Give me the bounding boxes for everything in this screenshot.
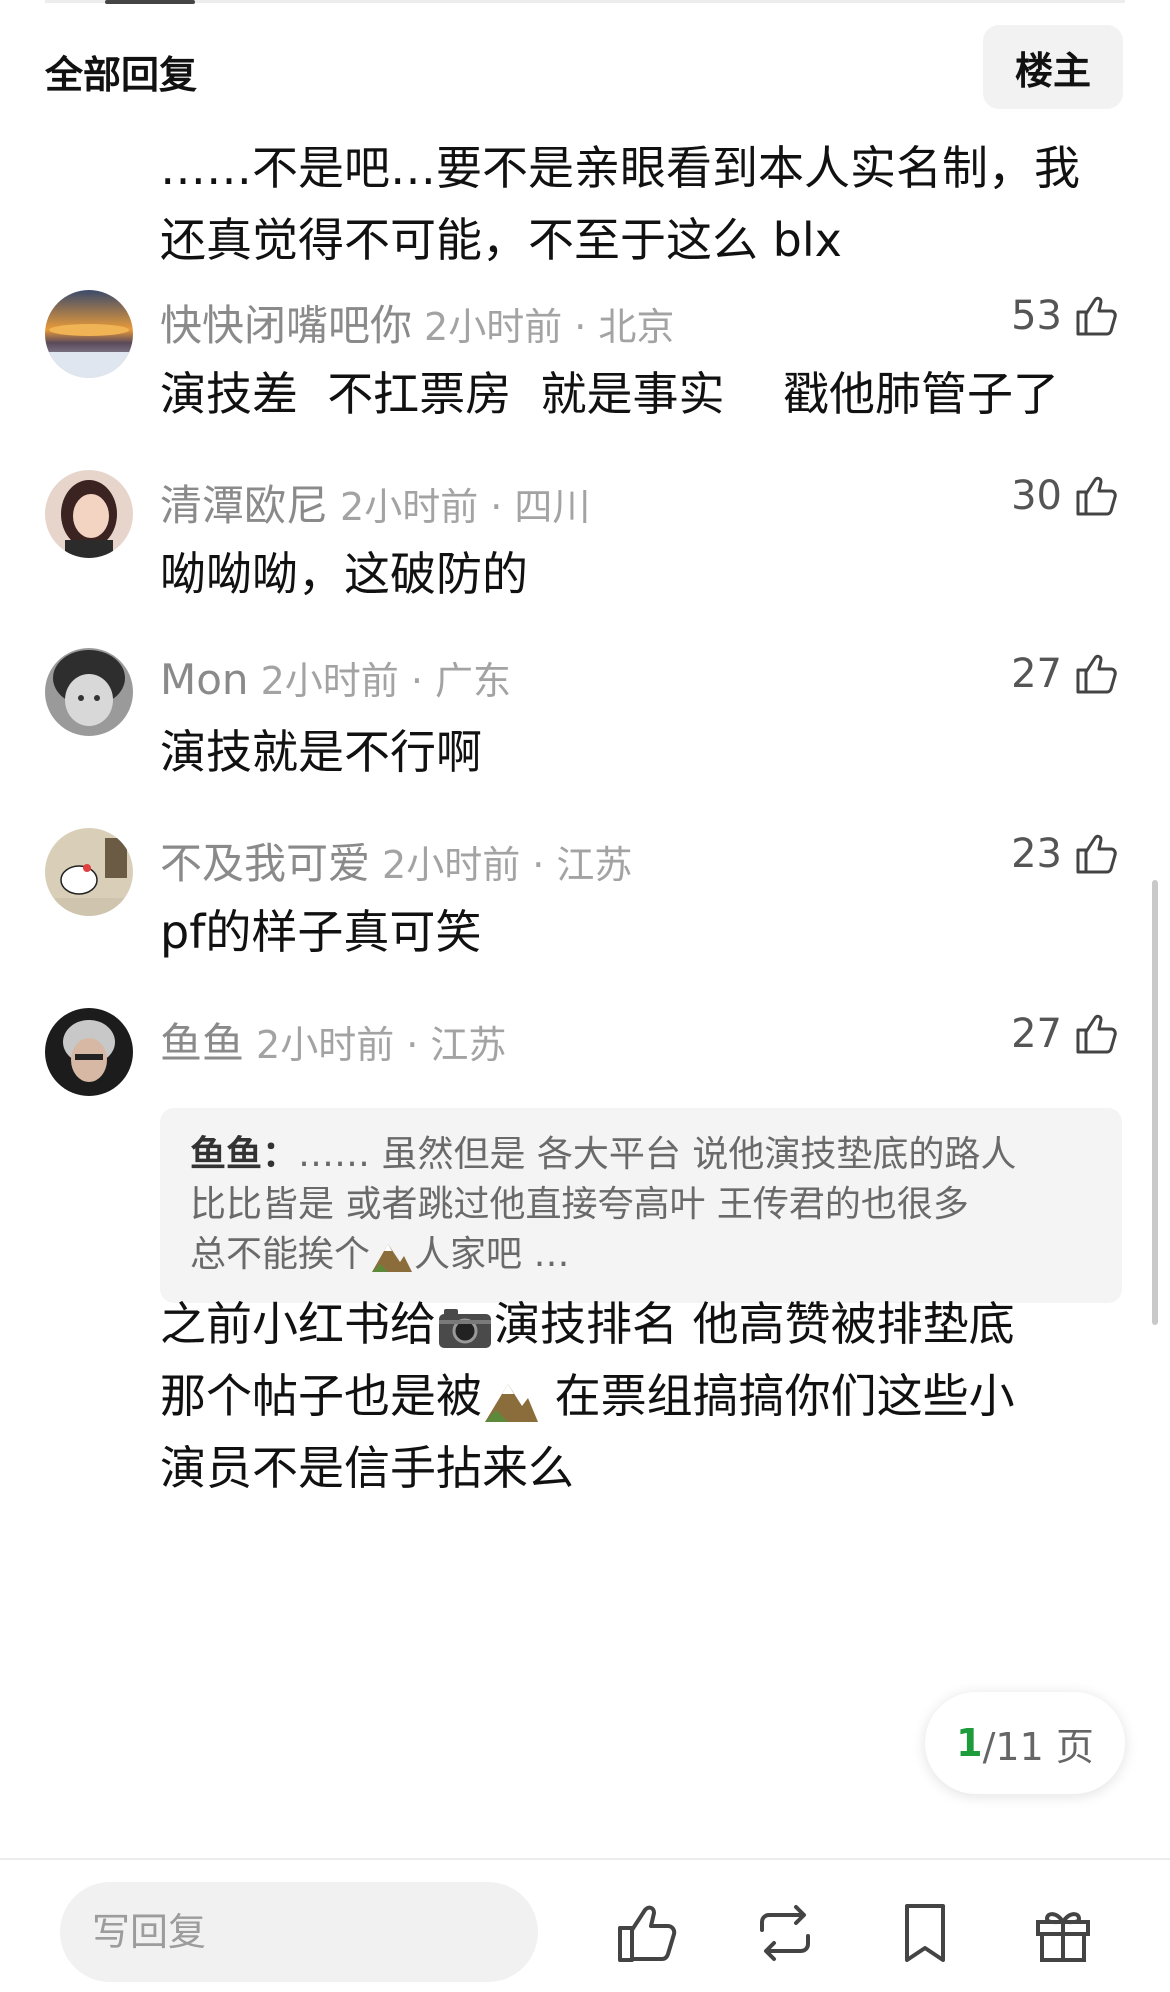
mountain-emoji-icon xyxy=(485,1383,538,1422)
bottom-action-bar xyxy=(0,1858,1170,1992)
comment-meta: 2小时前 · 四川 xyxy=(340,485,591,529)
quote-line-3b: 人家吧 … xyxy=(414,1234,570,1275)
avatar[interactable] xyxy=(45,470,133,558)
like-control[interactable]: 27 xyxy=(1011,1010,1120,1058)
comment-text: 呦呦呦，这破防的 xyxy=(160,547,528,601)
avatar[interactable] xyxy=(45,828,133,916)
author-name[interactable]: 不及我可爱 xyxy=(160,839,370,888)
quoted-author: 鱼鱼： xyxy=(190,1134,299,1175)
reply-part-5: 演员不是信手拈来么 xyxy=(160,1441,574,1495)
total-pages: /11 页 xyxy=(982,1724,1094,1769)
like-count: 27 xyxy=(1011,1011,1062,1057)
girl-avatar-image xyxy=(45,470,133,558)
quoted-reply[interactable]: 鱼鱼：…… 虽然但是 各大平台 说他演技垫底的路人 比比皆是 或者跳过他直接夸高… xyxy=(160,1108,1122,1303)
comment-meta: 2小时前 · 北京 xyxy=(424,305,675,349)
mountain-emoji-icon xyxy=(372,1244,413,1272)
sunset-avatar-image xyxy=(45,290,133,378)
author-name[interactable]: 鱼鱼 xyxy=(160,1019,244,1068)
quote-line-1: …… 虽然但是 各大平台 说他演技垫底的路人 xyxy=(298,1134,1017,1175)
first-comment-text: ……不是吧…要不是亲眼看到本人实名制，我还真觉得不可能，不至于这么 blx xyxy=(160,141,1080,267)
comment-author[interactable]: 快快闭嘴吧你 2小时前 · 北京 xyxy=(160,292,674,353)
comment-text: 演技就是不行啊 xyxy=(160,725,482,779)
comment-author[interactable]: 鱼鱼 2小时前 · 江苏 xyxy=(160,1010,506,1071)
all-replies-title: 全部回复 xyxy=(45,53,198,97)
current-page: 1 xyxy=(956,1721,983,1765)
scrollbar[interactable] xyxy=(1152,880,1158,1325)
comment-author[interactable]: Mon 2小时前 · 广东 xyxy=(160,650,511,705)
like-control[interactable]: 30 xyxy=(1011,472,1120,520)
reply-part-4: 在票组搞搞你们这些小 xyxy=(540,1369,1015,1423)
like-count: 30 xyxy=(1011,473,1062,519)
quote-line-3a: 总不能挨个 xyxy=(190,1234,371,1275)
avatar[interactable] xyxy=(45,290,133,378)
comment-author[interactable]: 清潭欧尼 2小时前 · 四川 xyxy=(160,472,590,533)
thumbs-up-icon[interactable] xyxy=(1072,472,1120,520)
comment-meta: 2小时前 · 广东 xyxy=(260,659,511,703)
thumbs-up-icon[interactable] xyxy=(1072,1010,1120,1058)
comment-author[interactable]: 不及我可爱 2小时前 · 江苏 xyxy=(160,830,632,891)
gift-button[interactable] xyxy=(1028,1898,1098,1968)
comment-meta: 2小时前 · 江苏 xyxy=(256,1023,507,1067)
avatar[interactable] xyxy=(45,1008,133,1096)
author-name[interactable]: 快快闭嘴吧你 xyxy=(160,301,412,350)
comment-meta: 2小时前 · 江苏 xyxy=(382,843,633,887)
comment-text: pf的样子真可笑 xyxy=(160,905,482,959)
favorite-button[interactable] xyxy=(890,1898,960,1968)
like-count: 53 xyxy=(1011,293,1062,339)
repost-button[interactable] xyxy=(750,1898,820,1968)
bookmark-icon[interactable] xyxy=(890,1898,960,1968)
like-control[interactable]: 23 xyxy=(1011,830,1120,878)
comment-text: 演技差 不扛票房 就是事实 戳他肺管子了 xyxy=(160,367,1059,421)
like-count: 27 xyxy=(1011,651,1062,697)
like-button[interactable] xyxy=(612,1898,682,1968)
reply-input[interactable] xyxy=(60,1882,538,1982)
thumbs-up-icon[interactable] xyxy=(1072,830,1120,878)
quote-line-2: 比比皆是 或者跳过他直接夸高叶 王传君的也很多 xyxy=(190,1184,969,1225)
child-avatar-image xyxy=(45,648,133,736)
hello-kitty-avatar-image xyxy=(45,828,133,916)
reply-part-1: 之前小红书给 xyxy=(160,1297,436,1351)
author-name[interactable]: Mon xyxy=(160,655,249,704)
thumbs-up-icon[interactable] xyxy=(1072,650,1120,698)
author-name[interactable]: 清潭欧尼 xyxy=(160,481,328,530)
like-control[interactable]: 27 xyxy=(1011,650,1120,698)
comment-text: 之前小红书给 演技排名 他高赞被排垫底 那个帖子也是被 在票组搞搞你们这些小 演员… xyxy=(160,1288,1105,1504)
dark-portrait-avatar-image xyxy=(45,1008,133,1096)
gift-icon[interactable] xyxy=(1028,1898,1098,1968)
thumbs-up-icon[interactable] xyxy=(1072,292,1120,340)
avatar[interactable] xyxy=(45,648,133,736)
like-control[interactable]: 53 xyxy=(1011,292,1120,340)
quoted-reply-text: 鱼鱼：…… 虽然但是 各大平台 说他演技垫底的路人 比比皆是 或者跳过他直接夸高… xyxy=(190,1130,1095,1280)
owner-only-button[interactable]: 楼主 xyxy=(983,25,1123,109)
camera-emoji-icon xyxy=(439,1308,491,1348)
repost-icon[interactable] xyxy=(750,1898,820,1968)
page-indicator[interactable]: 1/11 页 xyxy=(925,1692,1125,1794)
replies-header: 全部回复 楼主 xyxy=(0,0,1170,120)
thumbs-up-icon[interactable] xyxy=(612,1898,682,1968)
reply-part-3: 那个帖子也是被 xyxy=(160,1369,482,1423)
like-count: 23 xyxy=(1011,831,1062,877)
reply-part-2: 演技排名 他高赞被排垫底 xyxy=(494,1297,1015,1351)
